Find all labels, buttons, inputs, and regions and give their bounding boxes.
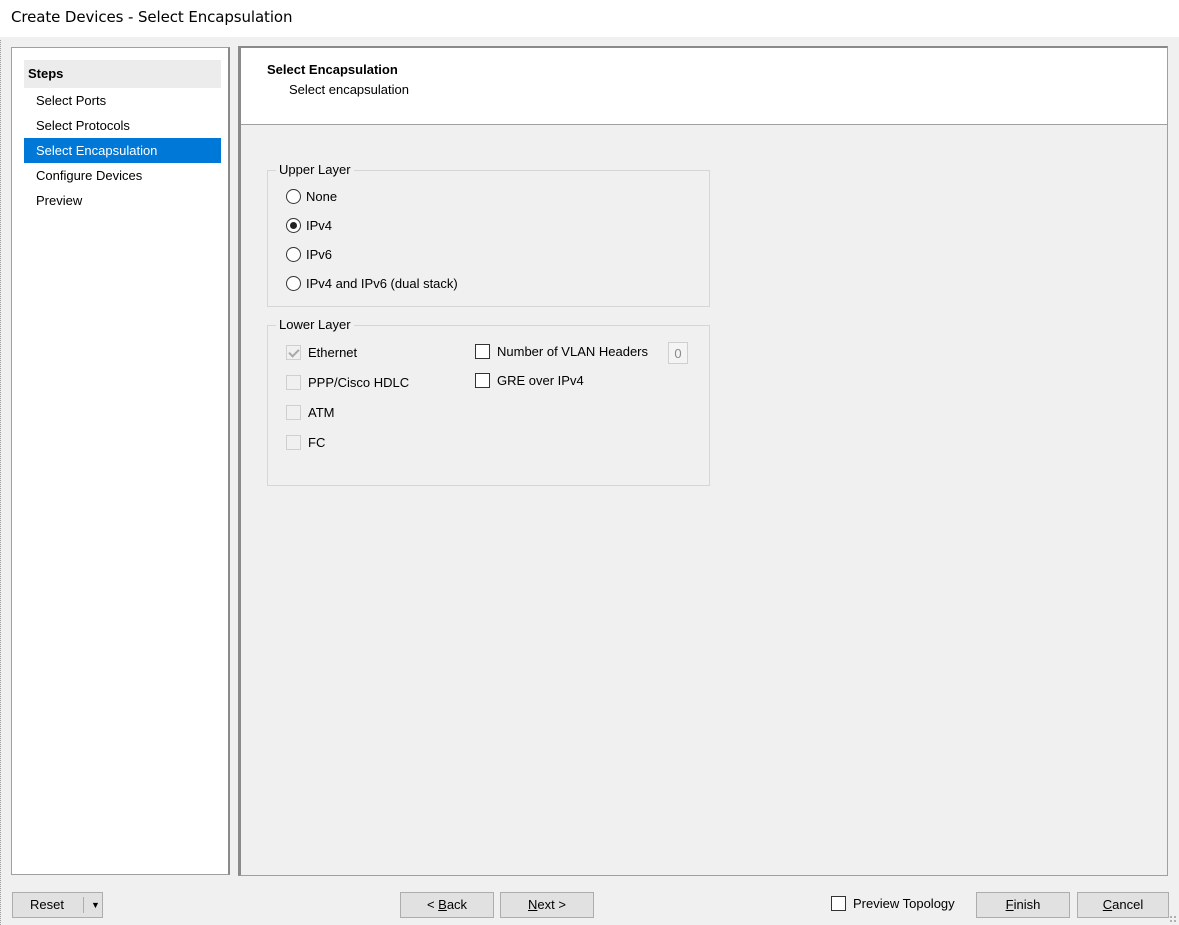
upper-layer-group: Upper Layer None IPv4 IPv6 IPv4 and IPv6…	[267, 162, 710, 307]
back-button[interactable]: < Back	[400, 892, 494, 918]
page-header: Select Encapsulation Select encapsulatio…	[241, 48, 1167, 125]
radio-button-selected[interactable]	[286, 218, 301, 234]
preview-topology-label: Preview Topology	[853, 896, 955, 911]
checkbox-box[interactable]	[475, 373, 490, 389]
checkbox-box	[286, 435, 301, 451]
checkbox-vlan-headers[interactable]: Number of VLAN Headers	[475, 342, 648, 362]
radio-label: IPv4 and IPv6 (dual stack)	[306, 276, 458, 291]
cancel-accel: C	[1102, 897, 1113, 912]
dropdown-arrow-icon[interactable]: ▼	[91, 893, 100, 917]
checkbox-label: Ethernet	[308, 345, 358, 360]
checkbox-label: Number of VLAN Headers	[497, 344, 649, 359]
checkbox-label: PPP/Cisco HDLC	[308, 375, 410, 390]
cancel-rest: ancel	[1112, 897, 1144, 912]
checkbox-box[interactable]	[475, 344, 490, 360]
step-select-encapsulation[interactable]: Select Encapsulation	[24, 138, 221, 163]
upper-layer-label: Upper Layer	[276, 162, 354, 178]
radio-none[interactable]: None	[286, 187, 337, 207]
step-preview[interactable]: Preview	[24, 188, 221, 213]
steps-header: Steps	[24, 60, 221, 88]
checkbox-atm: ATM	[286, 403, 334, 423]
steps-panel: Steps Select Ports Select Protocols Sele…	[11, 47, 230, 875]
radio-button[interactable]	[286, 276, 301, 292]
radio-dual-stack[interactable]: IPv4 and IPv6 (dual stack)	[286, 274, 458, 294]
radio-button[interactable]	[286, 189, 301, 205]
resize-grip-icon[interactable]	[1169, 915, 1177, 923]
finish-button[interactable]: Finish	[976, 892, 1070, 918]
step-configure-devices[interactable]: Configure Devices	[24, 163, 221, 188]
checkbox-label: ATM	[308, 405, 335, 420]
checkbox-gre-over-ipv4[interactable]: GRE over IPv4	[475, 371, 584, 391]
cancel-button[interactable]: Cancel	[1077, 892, 1169, 918]
checkbox-label: FC	[308, 435, 326, 450]
radio-ipv4[interactable]: IPv4	[286, 216, 332, 236]
window-edge	[0, 40, 4, 925]
checkbox-fc: FC	[286, 433, 325, 453]
radio-button[interactable]	[286, 247, 301, 263]
back-prefix: <	[426, 897, 439, 912]
page-subtitle: Select encapsulation	[289, 82, 409, 97]
finish-rest: inish	[1013, 897, 1041, 912]
back-rest: ack	[446, 897, 468, 912]
lower-layer-group: Lower Layer Ethernet PPP/Cisco HDLC ATM …	[267, 317, 710, 486]
reset-button[interactable]: Reset ▼	[12, 892, 103, 918]
finish-accel: F	[1005, 897, 1014, 912]
step-select-protocols[interactable]: Select Protocols	[24, 113, 221, 138]
radio-label: IPv6	[306, 247, 333, 262]
vlan-headers-count-input: 0	[668, 342, 688, 364]
checkbox-ethernet: Ethernet	[286, 343, 357, 363]
checkbox-box	[286, 405, 301, 421]
radio-label: None	[306, 189, 338, 204]
preview-topology-checkbox[interactable]: Preview Topology	[831, 894, 955, 914]
step-select-ports[interactable]: Select Ports	[24, 88, 221, 113]
reset-label: Reset	[30, 897, 64, 912]
checkbox-box	[286, 375, 301, 391]
radio-ipv6[interactable]: IPv6	[286, 245, 332, 265]
window-title: Create Devices - Select Encapsulation	[11, 8, 293, 26]
back-accel: B	[438, 897, 447, 912]
checkbox-box	[286, 345, 301, 361]
radio-label: IPv4	[306, 218, 333, 233]
split-divider	[83, 897, 84, 913]
title-bar: Create Devices - Select Encapsulation	[0, 0, 1179, 37]
next-rest: ext >	[537, 897, 566, 912]
checkbox-box[interactable]	[831, 896, 846, 912]
next-button[interactable]: Next >	[500, 892, 594, 918]
next-accel: N	[528, 897, 538, 912]
checkbox-ppp-cisco-hdlc: PPP/Cisco HDLC	[286, 373, 409, 393]
checkbox-label: GRE over IPv4	[497, 373, 584, 388]
main-panel: Select Encapsulation Select encapsulatio…	[238, 46, 1168, 876]
page-title: Select Encapsulation	[267, 62, 398, 77]
lower-layer-label: Lower Layer	[276, 317, 354, 333]
